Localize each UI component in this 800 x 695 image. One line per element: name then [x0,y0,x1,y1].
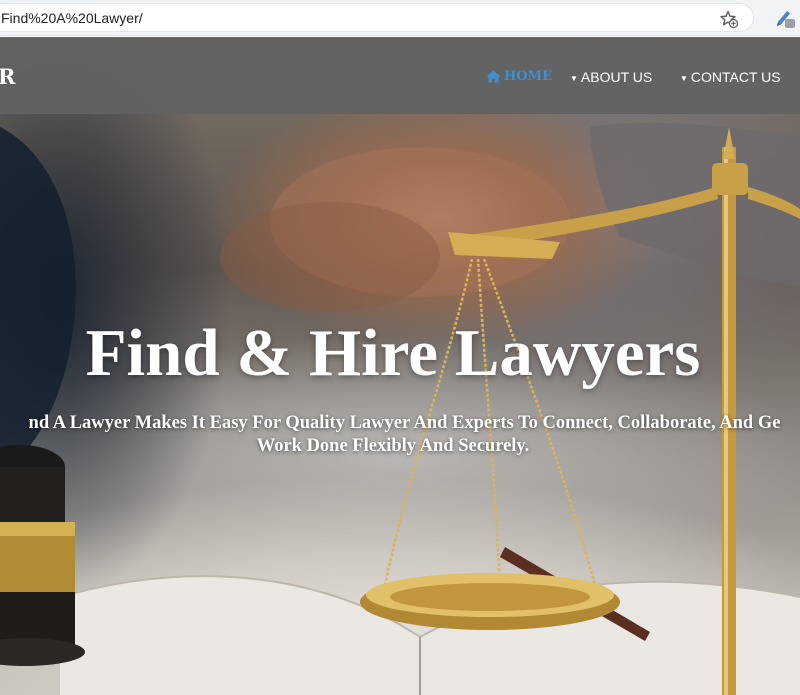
pen-extension-icon[interactable] [774,7,796,29]
star-add-icon[interactable] [719,9,739,29]
home-icon [486,70,501,83]
address-bar[interactable]: Find%20A%20Lawyer/ [0,3,754,32]
nav-home-label: HOME [504,69,552,84]
hero-subtitle-line2: Work Done Flexibly And Securely. [256,436,530,456]
site-navbar: R HOME ▼ ABOUT US ▼ CONTACT US [0,37,800,114]
caret-down-icon: ▼ [680,73,688,83]
nav-contact-label: CONTACT US [690,69,781,85]
nav-home-link[interactable]: HOME [486,69,552,84]
hero-subtitle-line1: nd A Lawyer Makes It Easy For Quality La… [28,413,781,433]
url-text[interactable]: Find%20A%20Lawyer/ [1,10,143,26]
nav-about-dropdown[interactable]: ▼ ABOUT US [570,69,652,85]
nav-about-label: ABOUT US [580,69,653,85]
browser-toolbar: Find%20A%20Lawyer/ [0,0,800,36]
caret-down-icon: ▼ [570,73,578,83]
brand-logo-text[interactable]: R [0,64,16,89]
hero-subtitle: nd A Lawyer Makes It Easy For Quality La… [0,412,800,458]
nav-contact-dropdown[interactable]: ▼ CONTACT US [680,69,781,85]
hero-title: Find & Hire Lawyers [85,316,701,390]
